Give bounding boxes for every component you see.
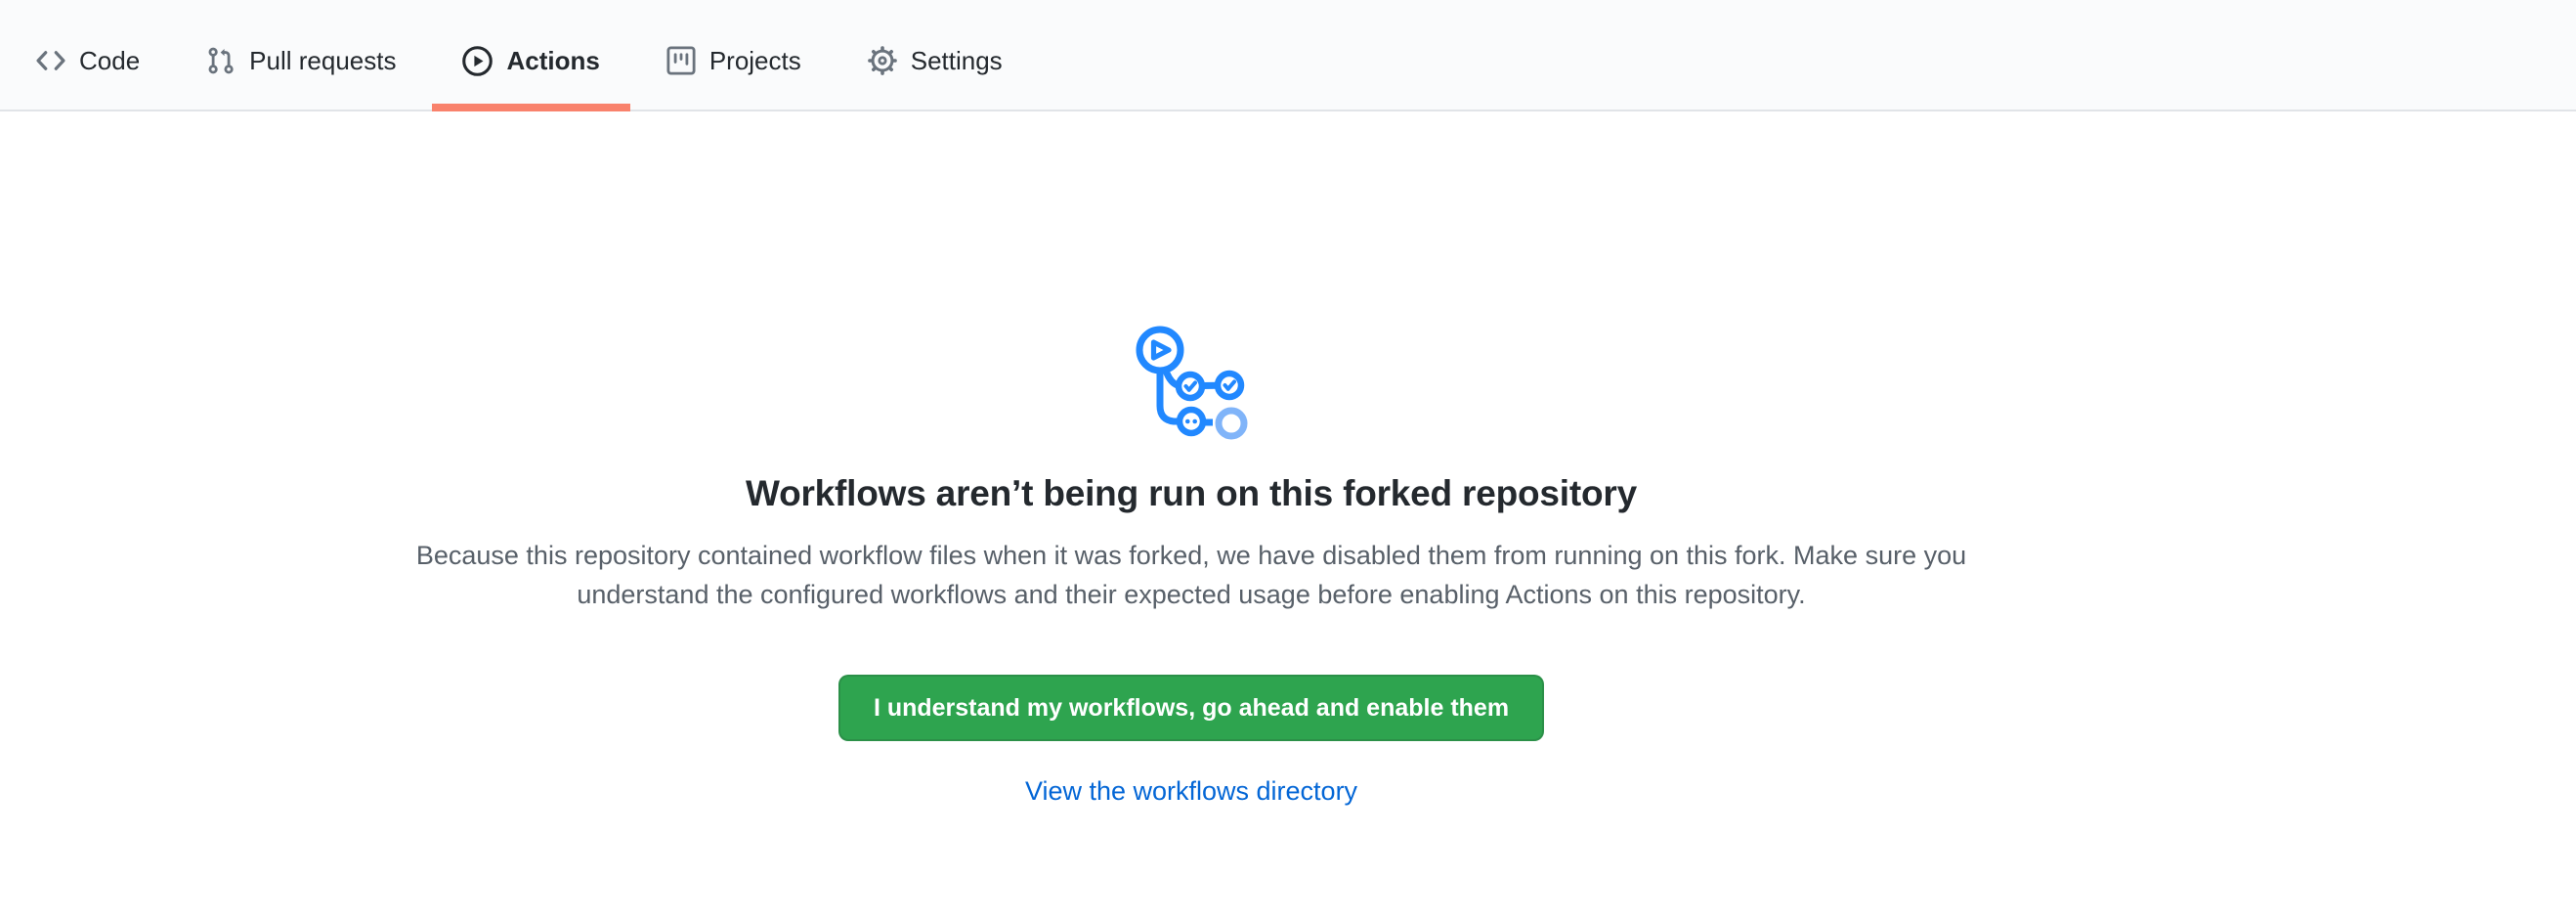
- repo-tab-bar: Code Pull requests Actions: [0, 0, 2576, 111]
- tab-pull-requests[interactable]: Pull requests: [176, 12, 426, 110]
- gear-icon: [868, 46, 897, 75]
- git-pull-request-icon: [206, 46, 236, 75]
- enable-workflows-button[interactable]: I understand my workflows, go ahead and …: [838, 675, 1544, 741]
- tab-label: Projects: [709, 48, 801, 73]
- tab-code[interactable]: Code: [6, 12, 170, 110]
- workflow-graph-icon: [1135, 326, 1249, 446]
- tab-label: Settings: [911, 48, 1003, 73]
- project-board-icon: [666, 46, 696, 75]
- actions-blankslate: Workflows aren’t being run on this forke…: [0, 111, 2383, 807]
- tab-actions[interactable]: Actions: [432, 12, 629, 110]
- tab-label: Actions: [506, 48, 599, 73]
- tab-label: Code: [79, 48, 140, 73]
- blankslate-description: Because this repository contained workfl…: [405, 536, 1978, 614]
- code-icon: [36, 46, 65, 75]
- tab-label: Pull requests: [249, 48, 396, 73]
- tab-settings[interactable]: Settings: [837, 12, 1033, 110]
- tab-projects[interactable]: Projects: [636, 12, 832, 110]
- view-workflows-link[interactable]: View the workflows directory: [1025, 776, 1357, 806]
- page-title: Workflows aren’t being run on this forke…: [0, 473, 2383, 514]
- play-circle-icon: [462, 46, 493, 76]
